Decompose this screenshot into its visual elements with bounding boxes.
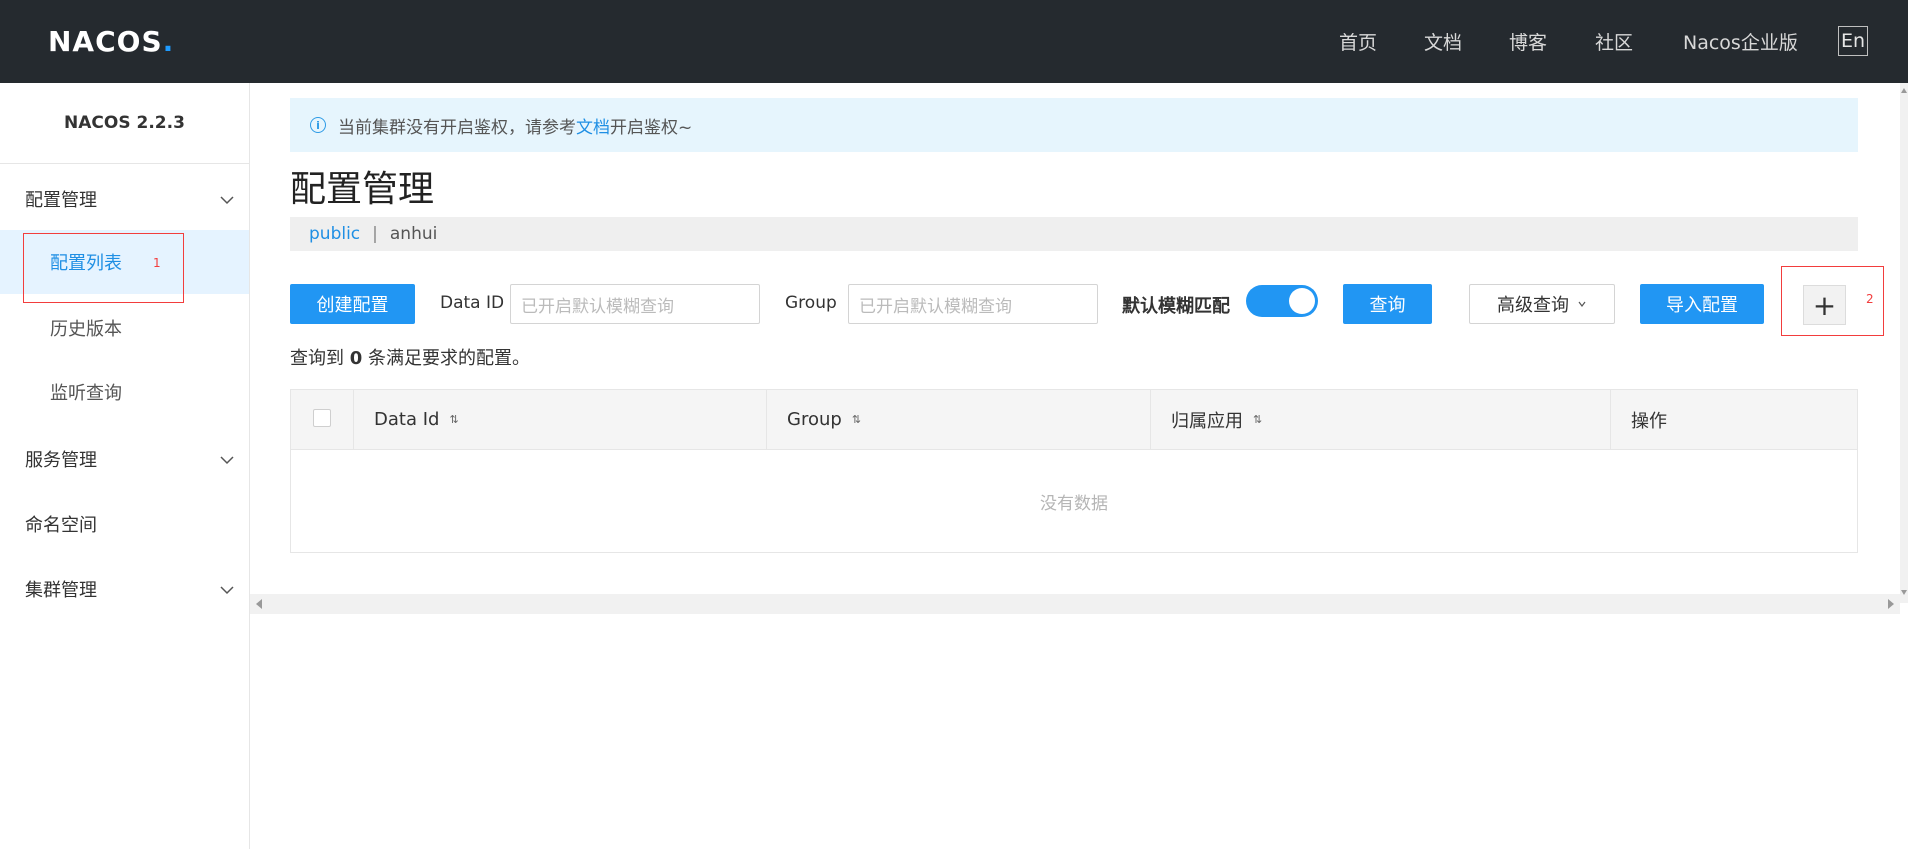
group-label: Group bbox=[785, 293, 837, 313]
import-config-button[interactable]: 导入配置 bbox=[1640, 284, 1764, 324]
sort-icon[interactable]: ⇅ bbox=[1253, 413, 1262, 426]
column-header-label: Group bbox=[787, 409, 842, 430]
column-data-id[interactable]: Data Id ⇅ bbox=[354, 390, 767, 449]
scroll-left-icon[interactable] bbox=[256, 599, 262, 609]
nav-community[interactable]: 社区 bbox=[1595, 0, 1633, 83]
sidebar-item-listener[interactable]: 监听查询 bbox=[0, 360, 249, 424]
namespace-anhui[interactable]: anhui bbox=[390, 224, 437, 244]
annotation-number-1: 1 bbox=[153, 256, 161, 270]
logo-text: NACOS bbox=[48, 24, 163, 58]
sidebar-item-label: 历史版本 bbox=[50, 319, 122, 340]
nav-blog-label: 博客 bbox=[1509, 32, 1548, 54]
sort-icon[interactable]: ⇅ bbox=[449, 413, 458, 426]
logo-dot: . bbox=[162, 24, 175, 58]
empty-state: 没有数据 bbox=[1040, 493, 1108, 514]
column-actions: 操作 bbox=[1611, 390, 1857, 449]
sidebar: NACOS 2.2.3 配置管理 配置列表 历史版本 监听查询 服务管理 命名空… bbox=[0, 83, 250, 849]
column-app[interactable]: 归属应用 ⇅ bbox=[1151, 390, 1611, 449]
select-all-checkbox[interactable] bbox=[313, 409, 331, 427]
nav-home-label: 首页 bbox=[1339, 32, 1378, 54]
chevron-down-icon bbox=[220, 586, 234, 595]
result-suffix: 条满足要求的配置。 bbox=[368, 348, 530, 369]
annotation-number-2: 2 bbox=[1866, 292, 1874, 306]
advanced-query-button[interactable]: 高级查询 bbox=[1469, 284, 1615, 324]
chevron-down-icon bbox=[1578, 301, 1586, 307]
advanced-query-label: 高级查询 bbox=[1497, 295, 1569, 316]
version-label: NACOS 2.2.3 bbox=[0, 83, 249, 164]
select-all-cell bbox=[291, 390, 354, 449]
nav-home[interactable]: 首页 bbox=[1339, 0, 1377, 83]
result-count: 0 bbox=[349, 348, 363, 369]
alert-prefix: 当前集群没有开启鉴权，请参考 bbox=[338, 117, 576, 138]
create-config-button[interactable]: 创建配置 bbox=[290, 284, 415, 324]
sidebar-group-service[interactable]: 服务管理 bbox=[0, 434, 249, 484]
nav-community-label: 社区 bbox=[1595, 32, 1634, 54]
result-prefix: 查询到 bbox=[290, 348, 344, 369]
namespace-separator: | bbox=[372, 224, 378, 244]
sidebar-group-cluster-label: 集群管理 bbox=[25, 580, 97, 601]
top-nav-bar: NACOS. 首页 文档 博客 社区 Nacos企业版 En bbox=[0, 0, 1908, 83]
sidebar-item-label: 监听查询 bbox=[50, 383, 122, 404]
scroll-up-icon[interactable] bbox=[1901, 88, 1907, 93]
query-button[interactable]: 查询 bbox=[1343, 284, 1432, 324]
sidebar-group-namespace-label: 命名空间 bbox=[25, 515, 97, 536]
sidebar-group-namespace[interactable]: 命名空间 bbox=[0, 499, 249, 549]
sidebar-item-history[interactable]: 历史版本 bbox=[0, 296, 249, 360]
toggle-knob bbox=[1289, 288, 1315, 314]
config-table: Data Id ⇅ Group ⇅ 归属应用 ⇅ 操作 没有数据 bbox=[290, 389, 1858, 553]
dataid-label: Data ID bbox=[440, 293, 505, 313]
nav-docs-label: 文档 bbox=[1424, 32, 1463, 54]
info-icon: i bbox=[310, 117, 326, 133]
nav-enterprise[interactable]: Nacos企业版 bbox=[1683, 0, 1798, 83]
horizontal-scrollbar[interactable] bbox=[250, 594, 1900, 614]
language-switch-button[interactable]: En bbox=[1838, 26, 1868, 56]
nav-docs[interactable]: 文档 bbox=[1424, 0, 1462, 83]
scroll-right-icon[interactable] bbox=[1888, 599, 1894, 609]
chevron-down-icon bbox=[220, 456, 234, 465]
sidebar-group-service-label: 服务管理 bbox=[25, 450, 97, 471]
dataid-input[interactable]: 已开启默认模糊查询 bbox=[510, 284, 760, 324]
sidebar-group-config-label: 配置管理 bbox=[25, 190, 97, 211]
result-summary: 查询到 0 条满足要求的配置。 bbox=[290, 344, 530, 370]
nav-enterprise-label: Nacos企业版 bbox=[1683, 32, 1798, 54]
page-title: 配置管理 bbox=[290, 169, 435, 210]
sort-icon[interactable]: ⇅ bbox=[852, 413, 861, 426]
column-header-label: 操作 bbox=[1631, 410, 1667, 432]
fuzzy-match-toggle[interactable] bbox=[1246, 285, 1318, 317]
namespace-public[interactable]: public bbox=[309, 224, 360, 244]
fuzzy-match-label: 默认模糊匹配 bbox=[1122, 296, 1230, 317]
alert-doc-link[interactable]: 文档 bbox=[576, 113, 610, 138]
group-input[interactable]: 已开启默认模糊查询 bbox=[848, 284, 1098, 324]
scroll-down-icon[interactable] bbox=[1901, 590, 1907, 595]
vertical-scrollbar[interactable] bbox=[1900, 83, 1908, 603]
chevron-down-icon bbox=[220, 196, 234, 205]
nav-blog[interactable]: 博客 bbox=[1509, 0, 1547, 83]
sidebar-group-cluster[interactable]: 集群管理 bbox=[0, 564, 249, 614]
table-header: Data Id ⇅ Group ⇅ 归属应用 ⇅ 操作 bbox=[291, 390, 1857, 450]
alert-suffix: 开启鉴权~ bbox=[610, 117, 693, 138]
column-header-label: Data Id bbox=[374, 409, 440, 430]
sidebar-group-config[interactable]: 配置管理 bbox=[0, 174, 249, 224]
auth-alert: i 当前集群没有开启鉴权，请参考 文档 开启鉴权~ bbox=[290, 98, 1858, 152]
namespace-bar: public | anhui bbox=[290, 217, 1858, 251]
nacos-logo[interactable]: NACOS. bbox=[48, 22, 174, 60]
column-header-label: 归属应用 bbox=[1171, 410, 1243, 432]
column-group[interactable]: Group ⇅ bbox=[767, 390, 1151, 449]
